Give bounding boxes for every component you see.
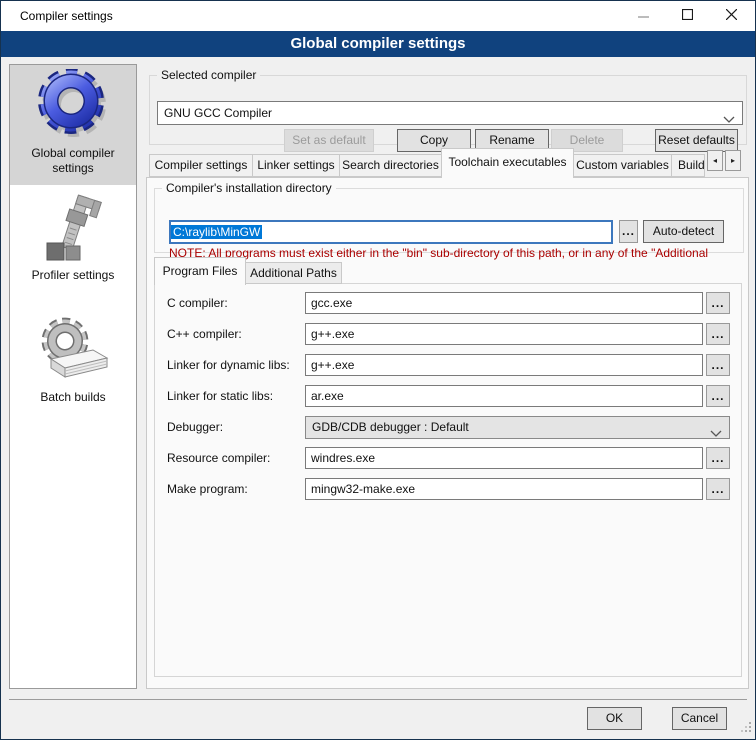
program-files-tab-strip: Program Files Additional Paths [154, 256, 342, 284]
global-compiler-settings-icon [37, 130, 109, 144]
cpp-compiler-browse-button[interactable]: ... [706, 323, 730, 345]
make-program-browse-button[interactable]: ... [706, 478, 730, 500]
static-linker-input[interactable] [305, 385, 703, 407]
program-files-panel: C compiler: ... C++ compiler: ... Linker… [154, 283, 742, 677]
installation-directory-browse-button[interactable]: ... [619, 220, 638, 243]
tab-compiler-settings[interactable]: Compiler settings [149, 154, 253, 177]
page-title: Global compiler settings [1, 31, 755, 57]
resource-compiler-browse-button[interactable]: ... [706, 447, 730, 469]
sidebar-item-label: Batch builds [10, 388, 136, 405]
dynamic-linker-browse-button[interactable]: ... [706, 354, 730, 376]
resize-grip[interactable] [741, 722, 752, 736]
tab-linker-settings[interactable]: Linker settings [252, 154, 340, 177]
tab-scroll-right-button[interactable]: ▸ [725, 150, 741, 171]
dynamic-linker-input[interactable] [305, 354, 703, 376]
chevron-down-icon [723, 109, 735, 131]
installation-directory-group-label: Compiler's installation directory [162, 181, 336, 195]
cancel-button[interactable]: Cancel [672, 707, 727, 730]
footer-divider [9, 699, 747, 700]
compiler-select[interactable]: GNU GCC Compiler [157, 101, 743, 125]
title-bar: Compiler settings [1, 1, 755, 31]
chevron-down-icon [710, 424, 722, 445]
sidebar-item-batch-builds[interactable]: Batch builds [10, 303, 136, 433]
sidebar-item-global-compiler-settings[interactable]: Global compiler settings [10, 65, 136, 185]
tab-build-options[interactable]: Build options [671, 154, 705, 177]
dynamic-linker-label: Linker for dynamic libs: [167, 354, 290, 376]
make-program-label: Make program: [167, 478, 248, 500]
sidebar-item-label: Global compiler settings [10, 144, 136, 176]
tab-search-directories[interactable]: Search directories [339, 154, 442, 177]
cpp-compiler-label: C++ compiler: [167, 323, 242, 345]
sidebar-item-label: Profiler settings [10, 266, 136, 283]
static-linker-label: Linker for static libs: [167, 385, 273, 407]
settings-category-list: Global compiler settings [9, 64, 137, 689]
minimize-button[interactable] [621, 1, 665, 31]
debugger-select[interactable]: GDB/CDB debugger : Default [305, 416, 730, 439]
tab-additional-paths[interactable]: Additional Paths [245, 262, 342, 284]
close-icon [726, 9, 737, 23]
cpp-compiler-input[interactable] [305, 323, 703, 345]
make-program-input[interactable] [305, 478, 703, 500]
c-compiler-browse-button[interactable]: ... [706, 292, 730, 314]
resource-compiler-input[interactable] [305, 447, 703, 469]
window-title: Compiler settings [20, 1, 113, 31]
window-controls [621, 1, 753, 31]
auto-detect-button[interactable]: Auto-detect [643, 220, 724, 243]
profiler-settings-icon [41, 252, 105, 266]
tab-toolchain-executables[interactable]: Toolchain executables [441, 148, 574, 178]
toolchain-executables-panel: Compiler's installation directory C:\ray… [146, 177, 749, 689]
static-linker-browse-button[interactable]: ... [706, 385, 730, 407]
maximize-icon [682, 9, 693, 23]
settings-tab-strip: Compiler settings Linker settings Search… [149, 148, 741, 177]
compiler-select-value: GNU GCC Compiler [158, 102, 742, 124]
debugger-select-value: GDB/CDB debugger : Default [306, 417, 729, 438]
tab-scroll-left-button[interactable]: ◂ [707, 150, 723, 171]
ok-button[interactable]: OK [587, 707, 642, 730]
installation-directory-input[interactable]: C:\raylib\MinGW [169, 220, 613, 244]
minimize-icon [638, 9, 649, 23]
close-button[interactable] [709, 1, 753, 31]
sidebar-item-profiler-settings[interactable]: Profiler settings [10, 185, 136, 303]
debugger-label: Debugger: [167, 416, 223, 438]
installation-directory-value: C:\raylib\MinGW [171, 225, 262, 239]
selected-compiler-group-label: Selected compiler [157, 68, 260, 82]
installation-directory-group: Compiler's installation directory C:\ray… [154, 181, 744, 253]
resource-compiler-label: Resource compiler: [167, 447, 270, 469]
batch-builds-icon [35, 374, 111, 388]
tab-program-files[interactable]: Program Files [154, 257, 246, 285]
maximize-button[interactable] [665, 1, 709, 31]
selected-compiler-group: Selected compiler GNU GCC Compiler Set a… [149, 68, 747, 145]
compiler-settings-dialog: Compiler settings Global compiler settin… [0, 0, 756, 740]
c-compiler-input[interactable] [305, 292, 703, 314]
tab-custom-variables[interactable]: Custom variables [573, 154, 672, 177]
c-compiler-label: C compiler: [167, 292, 228, 314]
